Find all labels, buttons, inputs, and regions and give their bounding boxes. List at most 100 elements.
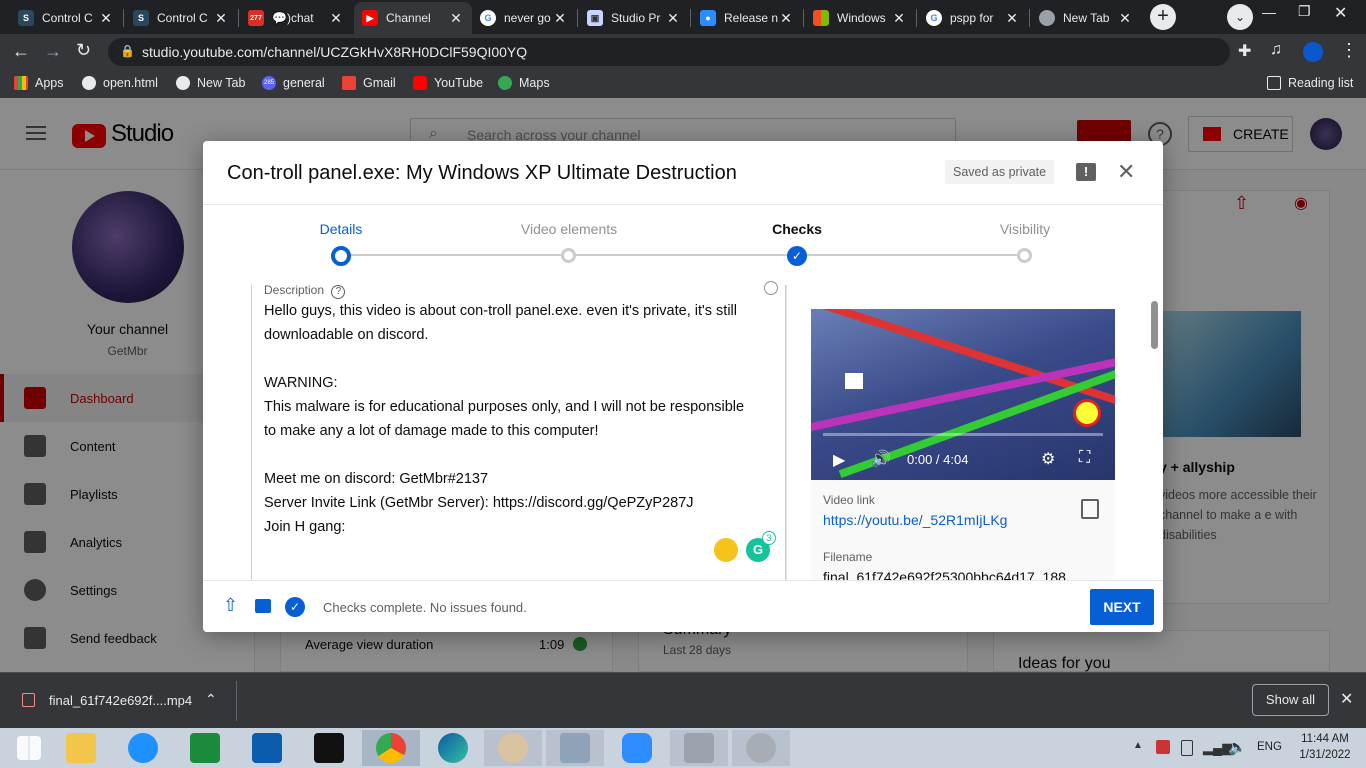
tab-windows[interactable]: Windows ✕ [805, 2, 915, 34]
tab-control-2[interactable]: S Control C ✕ [125, 2, 237, 34]
tab-release[interactable]: ● Release n ✕ [692, 2, 802, 34]
show-hidden-icons-icon[interactable]: ▲ [1133, 740, 1143, 751]
windows-taskbar: ▲ ▂▄▆ 🔈 ENG 11:44 AM 1/31/2022 [0, 728, 1366, 768]
close-tab-icon[interactable]: ✕ [213, 10, 229, 27]
scrollbar-thumb[interactable] [1151, 301, 1158, 349]
show-all-button[interactable]: Show all [1252, 684, 1329, 716]
network-error-icon[interactable] [1156, 740, 1170, 754]
bookmark-new-tab[interactable]: New Tab [176, 76, 245, 90]
scroll-indicator-icon [764, 281, 778, 295]
google-icon: G [926, 10, 942, 26]
profile-avatar[interactable] [1303, 42, 1323, 62]
close-tab-icon[interactable]: ✕ [328, 10, 344, 27]
taskbar-explorer[interactable] [52, 730, 110, 766]
step-visibility[interactable]: Visibility [925, 221, 1125, 237]
volume-icon[interactable]: 🔊 [871, 449, 891, 469]
fullscreen-icon[interactable]: ⛶ [1079, 449, 1090, 467]
tab-never-go[interactable]: G never go ✕ [472, 2, 576, 34]
address-bar[interactable]: 🔒 studio.youtube.com/channel/UCZGkHvX8RH… [108, 38, 1230, 66]
taskbar-ie[interactable] [114, 730, 172, 766]
maps-icon [498, 76, 512, 90]
battery-icon[interactable] [1181, 740, 1193, 756]
download-filename[interactable]: final_61f742e692f....mp4 [49, 693, 192, 708]
video-preview-card: ▶ 🔊 0:00 / 4:04 ⚙ ⛶ Video link https://y… [811, 309, 1115, 585]
close-tab-icon[interactable]: ✕ [1004, 10, 1020, 27]
tab-search-button[interactable]: ⌄ [1227, 4, 1253, 30]
back-button[interactable]: ← [12, 41, 30, 62]
reload-button[interactable]: ↻ [76, 40, 91, 61]
emoji-icon[interactable] [714, 538, 738, 562]
copy-icon[interactable] [1081, 499, 1099, 519]
play-icon[interactable]: ▶ [833, 450, 845, 470]
language-indicator[interactable]: ENG [1257, 741, 1282, 753]
bookmark-open-html[interactable]: open.html [82, 76, 158, 90]
close-tab-icon[interactable]: ✕ [665, 10, 681, 27]
tab-discord-chat[interactable]: 277 💬)chat ✕ [240, 2, 352, 34]
close-dialog-button[interactable]: ✕ [1117, 159, 1135, 185]
dialog-footer: ⇧ ✓ Checks complete. No issues found. NE… [203, 580, 1163, 632]
close-window-button[interactable]: ✕ [1334, 3, 1347, 23]
tab-new-tab[interactable]: New Tab ✕ [1031, 2, 1141, 34]
video-link[interactable]: https://youtu.be/_52R1mIjLKg [823, 512, 1007, 528]
bookmark-gmail[interactable]: Gmail [342, 76, 396, 90]
close-tab-icon[interactable]: ✕ [98, 10, 114, 27]
description-line: This malware is for educational purposes… [264, 399, 745, 415]
tab-pspp[interactable]: G pspp for ✕ [918, 2, 1028, 34]
divider [236, 681, 237, 721]
checks-complete-icon[interactable]: ✓ [285, 597, 305, 617]
tab-studio[interactable]: ▣ Studio Pr ✕ [579, 2, 689, 34]
taskbar-speaker[interactable] [732, 730, 790, 766]
clock-time[interactable]: 11:44 AM [1290, 733, 1360, 745]
new-tab-button[interactable]: + [1150, 4, 1176, 30]
reading-list-button[interactable]: Reading list [1267, 76, 1353, 90]
close-downloads-icon[interactable]: ✕ [1340, 689, 1353, 709]
step-checks[interactable]: Checks [697, 221, 897, 237]
video-player[interactable]: ▶ 🔊 0:00 / 4:04 ⚙ ⛶ [811, 309, 1115, 480]
upload-dialog: Con-troll panel.exe: My Windows XP Ultim… [203, 141, 1163, 632]
bookmark-general[interactable]: 285 general [262, 76, 325, 90]
taskbar-paint[interactable] [484, 730, 542, 766]
extensions-icon[interactable]: ✚ [1238, 41, 1251, 61]
upload-status-icon[interactable]: ⇧ [223, 595, 238, 616]
close-tab-icon[interactable]: ✕ [448, 10, 464, 27]
tab-channel[interactable]: ▶ Channel ✕ [354, 2, 472, 34]
close-tab-icon[interactable]: ✕ [891, 10, 907, 27]
close-tab-icon[interactable]: ✕ [778, 10, 794, 27]
menu-icon[interactable]: ⋮ [1340, 40, 1358, 61]
bookmark-apps[interactable]: Apps [14, 76, 64, 90]
media-control-icon[interactable]: ♫ [1270, 41, 1282, 59]
step-video-elements[interactable]: Video elements [469, 221, 669, 237]
clock-date[interactable]: 1/31/2022 [1290, 749, 1360, 761]
settings-gear-icon[interactable]: ⚙ [1041, 449, 1055, 469]
taskbar-store[interactable] [176, 730, 234, 766]
bookmark-maps[interactable]: Maps [498, 76, 550, 90]
bookmark-youtube[interactable]: YouTube [413, 76, 483, 90]
help-icon[interactable]: ? [331, 285, 346, 299]
close-tab-icon[interactable]: ✕ [552, 10, 568, 27]
column-divider [786, 285, 787, 581]
taskbar-printer[interactable] [670, 730, 728, 766]
description-field[interactable]: Description ? Hello guys, this video is … [251, 281, 786, 581]
tab-separator [238, 9, 239, 27]
taskbar-security[interactable] [238, 730, 296, 766]
chevron-up-icon[interactable]: ⌃ [205, 691, 217, 708]
hd-status-icon[interactable] [255, 599, 271, 613]
taskbar-cmd[interactable] [300, 730, 358, 766]
apps-grid-icon [14, 76, 28, 90]
restore-button[interactable]: ❐ [1298, 3, 1311, 20]
seek-bar[interactable] [823, 433, 1103, 436]
tab-control-1[interactable]: S Control C ✕ [10, 2, 122, 34]
taskbar-edge[interactable] [424, 730, 482, 766]
start-button[interactable] [0, 730, 58, 766]
taskbar-zoom[interactable] [608, 730, 666, 766]
feedback-icon[interactable]: ! [1076, 163, 1096, 181]
taskbar-chrome[interactable] [362, 730, 420, 766]
minimize-button[interactable]: — [1262, 4, 1276, 20]
close-tab-icon[interactable]: ✕ [1117, 10, 1133, 27]
url-text: studio.youtube.com/channel/UCZGkHvX8RH0D… [142, 44, 528, 60]
volume-icon[interactable]: 🔈 [1228, 738, 1247, 756]
step-details[interactable]: Details [241, 221, 441, 237]
next-button[interactable]: NEXT [1090, 589, 1154, 625]
taskbar-monitor[interactable] [546, 730, 604, 766]
forward-button[interactable]: → [44, 41, 62, 62]
